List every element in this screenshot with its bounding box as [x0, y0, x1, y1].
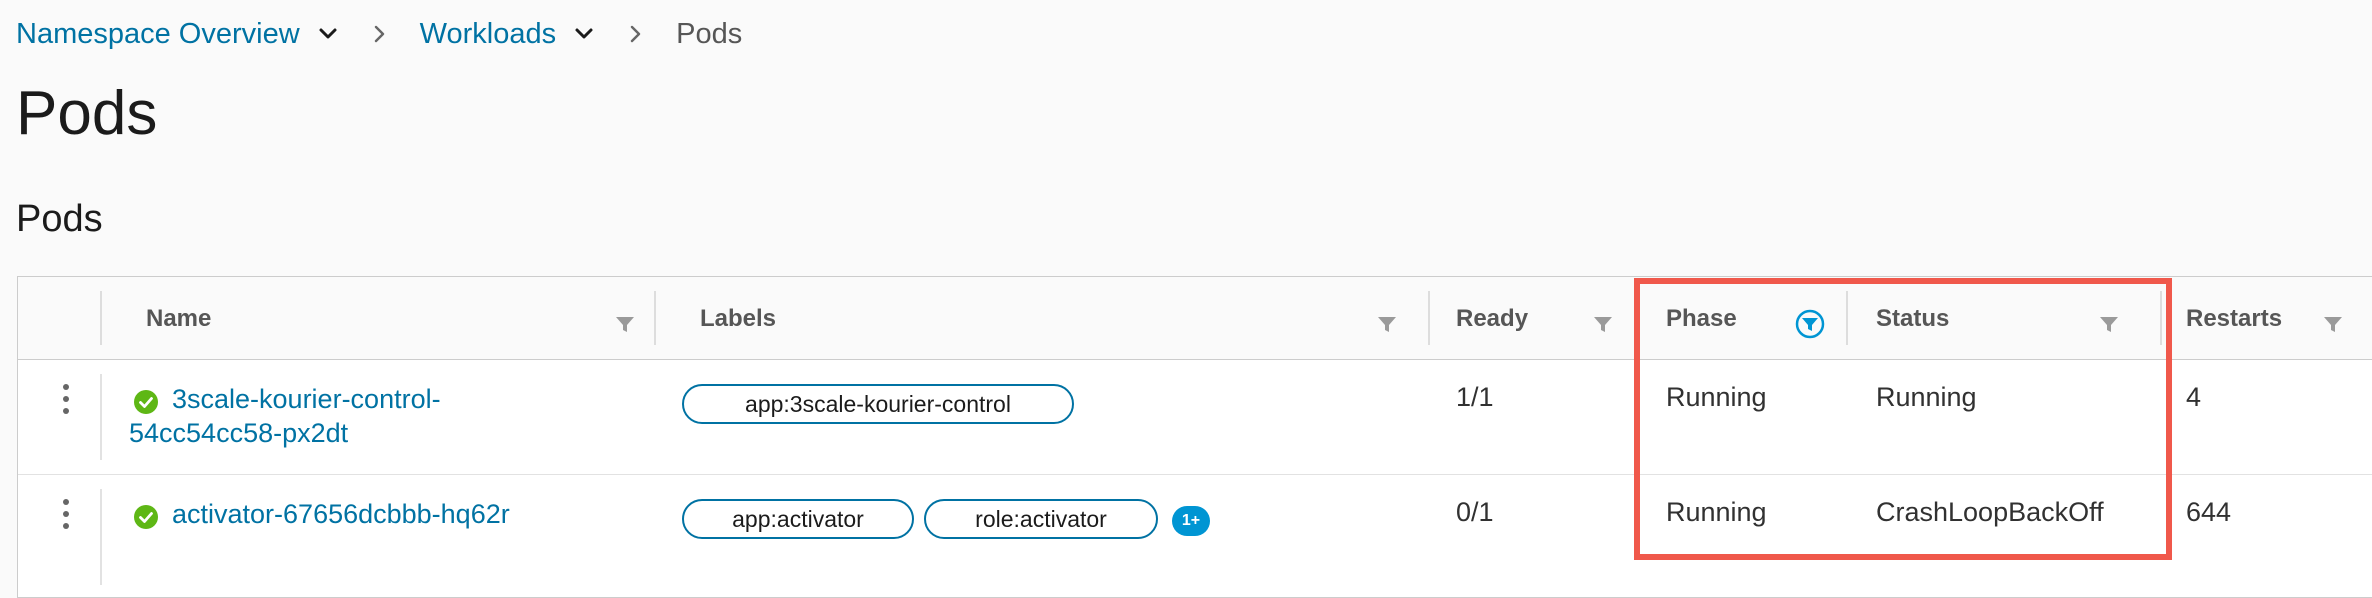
- filter-icon[interactable]: [1592, 313, 1614, 335]
- chevron-right-icon: [622, 20, 650, 48]
- column-header-ready[interactable]: Ready: [1430, 277, 1648, 359]
- table-row: 3scale-kourier-control- 54cc54cc58-px2dt…: [18, 360, 2372, 475]
- phase-value: Running: [1666, 382, 1767, 412]
- more-vertical-icon[interactable]: [63, 499, 71, 529]
- label-chip[interactable]: app:activator: [682, 499, 914, 539]
- datagrid-header: Name Labels Ready Phase Status Restarts: [18, 277, 2372, 360]
- status-value: Running: [1876, 382, 1977, 412]
- section-title: Pods: [16, 198, 103, 240]
- label-chip[interactable]: role:activator: [924, 499, 1158, 539]
- pod-name-link[interactable]: 3scale-kourier-control-: [172, 382, 441, 416]
- filter-icon[interactable]: [2322, 313, 2344, 335]
- pod-name-link[interactable]: activator-67656dcbbb-hq62r: [172, 497, 510, 531]
- chevron-right-icon: [366, 20, 394, 48]
- pods-datagrid: Name Labels Ready Phase Status Restarts …: [17, 276, 2372, 598]
- column-label: Restarts: [2186, 305, 2283, 332]
- breadcrumb: Namespace Overview Workloads Pods: [16, 14, 742, 54]
- breadcrumb-link-namespace-overview[interactable]: Namespace Overview: [16, 18, 300, 51]
- column-separator: [100, 374, 102, 460]
- column-header-labels[interactable]: Labels: [656, 277, 1446, 359]
- restarts-value: 4: [2186, 382, 2202, 412]
- label-chip[interactable]: app:3scale-kourier-control: [682, 384, 1074, 424]
- breadcrumb-link-workloads[interactable]: Workloads: [420, 18, 556, 51]
- phase-value: Running: [1666, 497, 1767, 527]
- page-title: Pods: [16, 79, 158, 148]
- check-circle-icon: [134, 505, 158, 529]
- filter-icon[interactable]: [1376, 313, 1398, 335]
- filter-icon[interactable]: [614, 313, 636, 335]
- filter-icon[interactable]: [2098, 313, 2120, 335]
- status-value: CrashLoopBackOff: [1876, 497, 2104, 527]
- column-header-restarts[interactable]: Restarts: [2162, 277, 2362, 359]
- active-filter-icon[interactable]: [1794, 308, 1826, 340]
- ready-value: 0/1: [1456, 497, 1494, 527]
- column-label: Name: [146, 305, 212, 332]
- restarts-value: 644: [2186, 497, 2232, 527]
- chevron-down-icon[interactable]: [570, 20, 598, 48]
- more-vertical-icon[interactable]: [63, 384, 71, 414]
- ready-value: 1/1: [1456, 382, 1494, 412]
- pod-name-link-continued[interactable]: 54cc54cc58-px2dt: [129, 416, 348, 450]
- column-label: Ready: [1456, 305, 1529, 332]
- more-labels-badge[interactable]: 1+: [1172, 506, 1210, 536]
- chevron-down-icon[interactable]: [314, 20, 342, 48]
- column-header-name[interactable]: Name: [102, 277, 672, 359]
- column-header-status[interactable]: Status: [1848, 277, 2148, 359]
- column-label: Phase: [1666, 305, 1737, 332]
- check-circle-icon: [134, 390, 158, 414]
- column-label: Labels: [700, 305, 777, 332]
- column-separator: [100, 489, 102, 585]
- column-header-phase[interactable]: Phase: [1638, 277, 1846, 359]
- breadcrumb-current-pods: Pods: [676, 17, 743, 50]
- column-label: Status: [1876, 305, 1950, 332]
- table-row: activator-67656dcbbb-hq62r app:activator…: [18, 475, 2372, 585]
